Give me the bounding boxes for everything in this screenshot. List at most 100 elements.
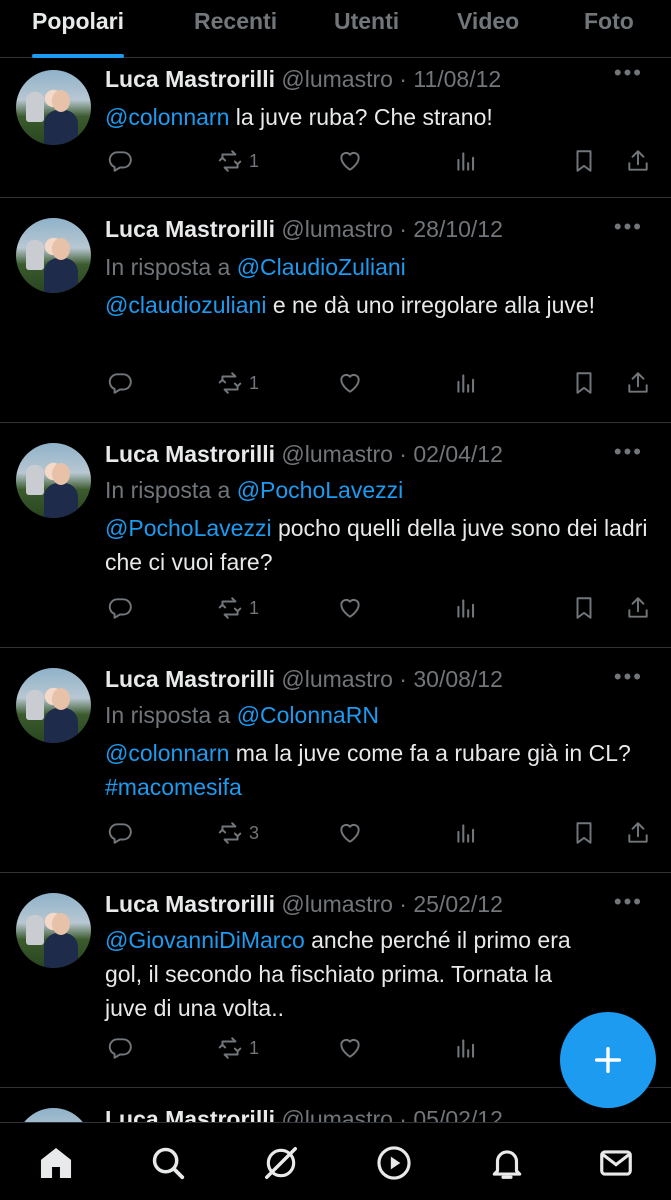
tweet[interactable]: Luca Mastrorilli @lumastro · 30/08/12 ••…: [0, 648, 671, 873]
tweet-header: Luca Mastrorilli @lumastro · 30/08/12: [105, 664, 503, 694]
tweet-text: @PochoLavezzi pocho quelli della juve so…: [105, 515, 648, 575]
retweet-button[interactable]: 1: [217, 593, 259, 623]
avatar[interactable]: [16, 218, 91, 293]
reply-button[interactable]: [107, 593, 133, 623]
tab-label: Video: [457, 8, 520, 34]
tweet-header: Luca Mastrorilli @lumastro · 25/02/12: [105, 889, 503, 919]
compose-plus-icon: [594, 1046, 622, 1074]
author-name[interactable]: Luca Mastrorilli: [105, 66, 275, 92]
share-button[interactable]: [625, 593, 651, 623]
compose-button[interactable]: [560, 1012, 656, 1108]
mention-link[interactable]: @colonnarn: [105, 740, 229, 766]
bookmark-button[interactable]: [571, 368, 597, 398]
views-button[interactable]: [453, 593, 479, 623]
retweet-button[interactable]: 1: [217, 1033, 259, 1063]
avatar[interactable]: [16, 893, 91, 968]
tweet-feed: Luca Mastrorilli @lumastro · 11/08/12 ••…: [0, 58, 671, 1183]
tweet-actions: 1: [105, 146, 661, 176]
reply-context: In risposta a @ClaudioZuliani: [105, 254, 406, 280]
retweet-button[interactable]: 3: [217, 818, 259, 848]
reply-button[interactable]: [107, 368, 133, 398]
more-options-icon[interactable]: •••: [614, 214, 643, 240]
like-button[interactable]: [337, 146, 363, 176]
views-button[interactable]: [453, 146, 479, 176]
video-icon: [377, 1146, 411, 1180]
like-icon: [340, 598, 360, 618]
retweet-button[interactable]: 1: [217, 146, 259, 176]
retweet-count: 1: [249, 597, 260, 618]
retweet-icon: [218, 1037, 242, 1059]
tab-foto[interactable]: Foto: [584, 0, 634, 58]
bookmark-button[interactable]: [571, 818, 597, 848]
like-button[interactable]: [337, 368, 363, 398]
mention-link[interactable]: @colonnarn: [105, 104, 229, 130]
like-button[interactable]: [337, 1033, 363, 1063]
share-icon: [628, 822, 648, 843]
bookmark-button[interactable]: [571, 146, 597, 176]
share-button[interactable]: [625, 146, 651, 176]
reply-button[interactable]: [107, 1033, 133, 1063]
search-tabs: Popolari Recenti Utenti Video Foto: [0, 0, 671, 58]
views-button[interactable]: [453, 368, 479, 398]
like-button[interactable]: [337, 818, 363, 848]
avatar[interactable]: [16, 70, 91, 145]
more-options-icon[interactable]: •••: [614, 664, 643, 690]
mention-link[interactable]: @GiovanniDiMarco: [105, 927, 305, 953]
tweet-header: Luca Mastrorilli @lumastro · 02/04/12: [105, 439, 503, 469]
retweet-icon: [218, 150, 242, 172]
retweet-count: 1: [249, 150, 260, 171]
views-icon: [457, 152, 475, 171]
views-icon: [457, 1039, 475, 1058]
mention-link[interactable]: @claudiozuliani: [105, 292, 266, 318]
tab-label: Recenti: [194, 8, 278, 34]
avatar[interactable]: [16, 443, 91, 518]
avatar[interactable]: [16, 668, 91, 743]
tweet-text: @colonnarn la juve ruba? Che strano!: [105, 104, 493, 130]
like-button[interactable]: [337, 593, 363, 623]
tweet[interactable]: Luca Mastrorilli @lumastro · 28/10/12 ••…: [0, 198, 671, 423]
nav-video[interactable]: [374, 1143, 414, 1183]
tweet-actions: 3: [105, 818, 661, 848]
share-button[interactable]: [625, 818, 651, 848]
nav-notifications[interactable]: [487, 1143, 527, 1183]
mention-link[interactable]: @PochoLavezzi: [105, 515, 272, 541]
reply-button[interactable]: [107, 818, 133, 848]
share-button[interactable]: [625, 368, 651, 398]
author-name[interactable]: Luca Mastrorilli: [105, 891, 275, 917]
messages-icon: [600, 1150, 632, 1176]
like-icon: [340, 823, 360, 843]
tweet[interactable]: Luca Mastrorilli @lumastro · 02/04/12 ••…: [0, 423, 671, 648]
more-options-icon[interactable]: •••: [614, 889, 643, 915]
retweet-button[interactable]: 1: [217, 368, 259, 398]
hashtag-link[interactable]: #macomesifa: [105, 774, 242, 800]
author-name[interactable]: Luca Mastrorilli: [105, 441, 275, 467]
tab-video[interactable]: Video: [457, 0, 519, 58]
nav-search[interactable]: [148, 1143, 188, 1183]
views-icon: [457, 599, 475, 618]
tab-popolari[interactable]: Popolari: [32, 0, 125, 58]
views-button[interactable]: [453, 1033, 479, 1063]
tweet-header: Luca Mastrorilli @lumastro · 28/10/12: [105, 214, 503, 244]
views-icon: [457, 824, 475, 843]
nav-messages[interactable]: [596, 1143, 636, 1183]
bookmark-button[interactable]: [571, 593, 597, 623]
more-options-icon[interactable]: •••: [614, 439, 643, 465]
author-name[interactable]: Luca Mastrorilli: [105, 666, 275, 692]
reply-button[interactable]: [107, 146, 133, 176]
nav-grok[interactable]: [261, 1143, 301, 1183]
reply-to-link[interactable]: @ClaudioZuliani: [237, 254, 406, 280]
author-name[interactable]: Luca Mastrorilli: [105, 216, 275, 242]
bookmark-icon: [576, 822, 592, 844]
tweet[interactable]: Luca Mastrorilli @lumastro · 11/08/12 ••…: [0, 58, 671, 198]
bookmark-icon: [576, 372, 592, 394]
views-button[interactable]: [453, 818, 479, 848]
more-options-icon[interactable]: •••: [614, 60, 643, 86]
tab-utenti[interactable]: Utenti: [334, 0, 399, 58]
author-handle-date: @lumastro · 02/04/12: [281, 441, 503, 467]
reply-to-link[interactable]: @PochoLavezzi: [237, 477, 404, 503]
nav-home[interactable]: [36, 1143, 76, 1183]
tab-recenti[interactable]: Recenti: [194, 0, 277, 58]
reply-to-link[interactable]: @ColonnaRN: [237, 702, 379, 728]
tab-label: Popolari: [32, 8, 125, 34]
share-icon: [628, 372, 648, 393]
